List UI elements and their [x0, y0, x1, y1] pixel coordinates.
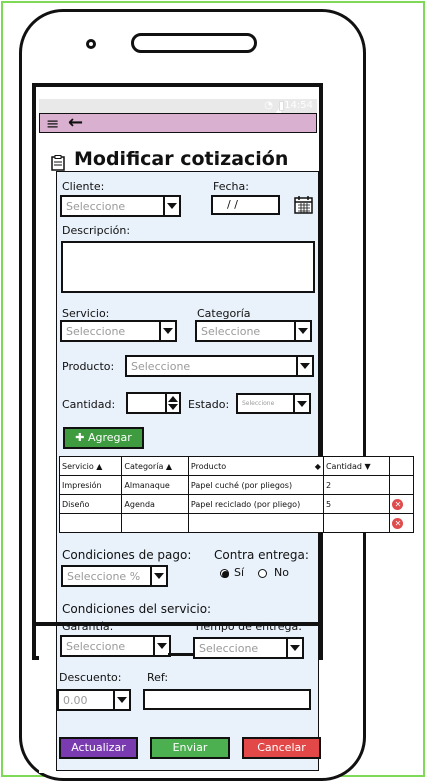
chevron-down-icon: [296, 357, 312, 375]
status-bar: ◔ 14:54: [39, 99, 317, 116]
chevron-down-icon: [150, 567, 166, 585]
cell-actions: ✕: [389, 494, 414, 514]
condiciones-pago-placeholder: Seleccione %: [67, 570, 141, 583]
producto-label: Producto:: [62, 360, 115, 373]
table-row: Diseño Agenda Papel reciclado (por plieg…: [58, 494, 414, 514]
cell-categoria: Agenda: [121, 494, 189, 514]
col-cantidad[interactable]: Cantidad ▼: [322, 456, 391, 476]
descripcion-textarea[interactable]: [61, 241, 315, 293]
toolbar: ≡ ←: [39, 113, 317, 133]
cell-cantidad: 5: [322, 494, 391, 514]
cell-cantidad: 2: [322, 475, 391, 495]
cell-categoria: [121, 513, 189, 533]
cancelar-button[interactable]: Cancelar: [242, 737, 321, 759]
cantidad-stepper[interactable]: [126, 392, 181, 414]
servicio-placeholder: Seleccione: [66, 325, 126, 338]
tiempo-entrega-select[interactable]: Seleccione: [193, 637, 304, 659]
cell-actions: ✕: [389, 513, 414, 533]
chevron-down-icon: [293, 395, 309, 412]
producto-placeholder: Seleccione: [131, 360, 191, 373]
table-row: ✕: [58, 513, 414, 533]
tiempo-entrega-placeholder: Seleccione: [199, 642, 259, 655]
delete-icon[interactable]: ✕: [392, 498, 404, 510]
chevron-down-icon: [286, 639, 302, 657]
cell-cantidad: [322, 513, 391, 533]
table-row: Impresión Almanaque Papel cuché (por pli…: [58, 475, 414, 495]
contra-entrega-label: Contra entrega:: [214, 548, 309, 562]
descuento-select[interactable]: 0.00: [57, 689, 131, 711]
estado-label: Estado:: [188, 398, 230, 411]
wifi-icon: ◔: [264, 100, 273, 111]
chevron-down-icon: [294, 322, 310, 340]
categoria-select[interactable]: Seleccione: [195, 320, 312, 342]
descripcion-label: Descripción:: [62, 224, 131, 237]
estado-select[interactable]: Seleccione: [236, 393, 311, 414]
cell-servicio: Impresión: [58, 475, 123, 495]
cliente-placeholder: Seleccione: [66, 200, 126, 213]
cantidad-label: Cantidad:: [62, 398, 116, 411]
enviar-button[interactable]: Enviar: [150, 737, 230, 759]
servicio-select[interactable]: Seleccione: [60, 320, 177, 342]
chevron-down-icon: [163, 197, 179, 215]
condiciones-pago-select[interactable]: Seleccione %: [61, 565, 168, 587]
speaker-icon: [131, 33, 257, 53]
garantia-placeholder: Seleccione: [66, 640, 126, 653]
chevron-down-icon: [159, 322, 175, 340]
categoria-label: Categoría: [197, 307, 251, 320]
tiempo-entrega-label: Tiempo de entrega:: [194, 620, 302, 633]
servicio-label: Servicio:: [62, 307, 110, 320]
hamburger-menu-icon[interactable]: ≡: [46, 116, 59, 132]
cell-categoria: Almanaque: [121, 475, 189, 495]
garantia-select[interactable]: Seleccione: [60, 635, 171, 657]
cell-producto: [187, 513, 324, 533]
radio-si-label: Sí: [234, 566, 245, 579]
producto-select[interactable]: Seleccione: [125, 355, 314, 377]
ref-input[interactable]: [143, 689, 311, 710]
categoria-placeholder: Seleccione: [201, 325, 261, 338]
fecha-input[interactable]: / /: [211, 195, 280, 215]
items-table: Servicio ▲ Categoría ▲ Producto ◆ Cantid…: [58, 456, 414, 533]
ref-label: Ref:: [147, 671, 169, 684]
fecha-label: Fecha:: [213, 180, 249, 193]
actualizar-button[interactable]: Actualizar: [59, 737, 138, 759]
descuento-label: Descuento:: [59, 671, 122, 684]
stepper-arrows-icon[interactable]: [165, 394, 179, 412]
radio-no[interactable]: [258, 569, 267, 578]
cell-actions: [389, 475, 414, 495]
garantia-label: Garantía:: [62, 620, 114, 633]
descuento-value: 0.00: [63, 694, 88, 707]
cell-servicio: [58, 513, 123, 533]
radio-no-label: No: [274, 566, 289, 579]
agregar-button[interactable]: ✚ Agregar: [63, 427, 144, 449]
chevron-down-icon: [113, 691, 129, 709]
delete-icon[interactable]: ✕: [392, 517, 404, 529]
col-categoria[interactable]: Categoría ▲: [121, 456, 189, 476]
col-actions: [389, 456, 414, 476]
calendar-icon[interactable]: [294, 195, 314, 219]
col-servicio[interactable]: Servicio ▲: [58, 456, 123, 476]
plus-icon: ✚: [75, 431, 85, 444]
cell-producto: Papel reciclado (por pliego): [187, 494, 324, 514]
back-arrow-icon[interactable]: ←: [68, 114, 83, 132]
col-producto[interactable]: Producto ◆: [187, 456, 324, 476]
estado-placeholder: Seleccione: [242, 400, 275, 407]
status-time: 14:54: [284, 100, 313, 111]
cliente-select[interactable]: Seleccione: [60, 195, 181, 217]
cell-producto: Papel cuché (por pliegos): [187, 475, 324, 495]
condiciones-pago-label: Condiciones de pago:: [62, 548, 192, 562]
page-title: Modificar cotización: [74, 148, 289, 170]
camera-icon: [86, 39, 96, 49]
radio-si[interactable]: [220, 569, 229, 578]
table-header-row: Servicio ▲ Categoría ▲ Producto ◆ Cantid…: [58, 456, 414, 476]
condiciones-servicio-label: Condiciones del servicio:: [62, 602, 212, 616]
chevron-down-icon: [153, 637, 169, 655]
phone-edge-line: [168, 653, 194, 656]
cell-servicio: Diseño: [58, 494, 123, 514]
agregar-label: Agregar: [87, 431, 132, 444]
cliente-label: Cliente:: [62, 180, 105, 193]
